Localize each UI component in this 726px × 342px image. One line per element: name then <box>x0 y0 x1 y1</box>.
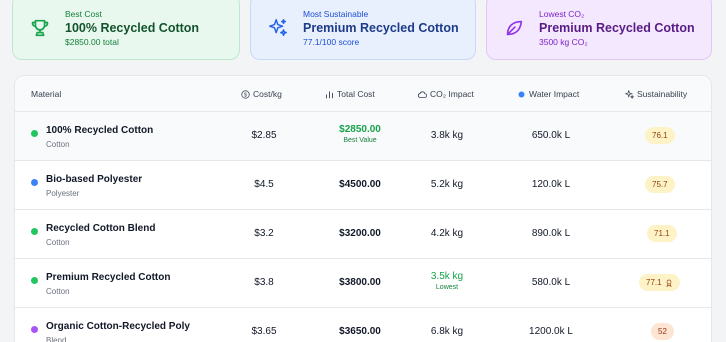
water-impact: 120.0k L <box>531 179 571 190</box>
best-value-note: Best Value <box>343 137 377 144</box>
header-label: CO₂ Impact <box>430 89 474 99</box>
sparkle-icon <box>625 89 634 99</box>
card-title: Premium Recycled Cotton <box>539 21 695 35</box>
water-impact: 650.0k L <box>531 130 571 141</box>
co2-impact-value: 3.5k kg <box>430 271 464 282</box>
material-name: Bio-based Polyester <box>46 174 143 185</box>
bar-chart-icon <box>325 90 334 99</box>
summary-cards: Best Cost 100% Recycled Cotton $2850.00 … <box>0 0 726 62</box>
sustainability-badge: 75.7 <box>645 176 675 193</box>
material-dot <box>31 228 38 235</box>
sustainability-badge: 71.1 <box>647 225 677 242</box>
lowest-co2-card[interactable]: Lowest CO₂ Premium Recycled Cotton 3500 … <box>486 0 712 60</box>
material-name: Premium Recycled Cotton <box>46 272 171 283</box>
co2-impact: 3.8k kg <box>430 130 464 141</box>
material-name: Recycled Cotton Blend <box>46 223 156 234</box>
leaf-icon <box>499 13 529 43</box>
most-sustainable-card[interactable]: Most Sustainable Premium Recycled Cotton… <box>250 0 476 60</box>
co2-impact: 6.8k kg <box>430 326 464 337</box>
table-row[interactable]: 100% Recycled Cotton Cotton $2.85 $2850.… <box>15 112 711 161</box>
best-cost-card[interactable]: Best Cost 100% Recycled Cotton $2850.00 … <box>12 0 240 60</box>
cost-per-kg: $3.65 <box>251 326 277 337</box>
header-co2[interactable]: CO₂ Impact <box>417 89 474 99</box>
co2-impact: 3.5k kg Lowest <box>415 271 479 291</box>
materials-table: Material $ Cost/kg Total Cost CO₂ Impact… <box>14 75 712 342</box>
table-row[interactable]: Recycled Cotton Blend Cotton $3.2 $3200.… <box>15 210 711 259</box>
dollar-icon: $ <box>241 89 250 99</box>
card-title: Premium Recycled Cotton <box>303 21 459 35</box>
table-header: Material $ Cost/kg Total Cost CO₂ Impact… <box>15 76 711 112</box>
table-row[interactable]: Premium Recycled Cotton Cotton $3.8 $380… <box>15 259 711 308</box>
card-label: Best Cost <box>65 9 102 19</box>
sustainability-badge: 76.1 <box>645 127 675 144</box>
header-material[interactable]: Material <box>31 89 61 99</box>
sparkles-icon <box>263 13 293 43</box>
cloud-icon <box>417 90 427 99</box>
material-type: Cotton <box>46 287 70 296</box>
header-label: Water Impact <box>529 89 580 99</box>
cost-per-kg: $3.8 <box>254 277 274 288</box>
header-label: Material <box>31 89 62 99</box>
water-impact: 890.0k L <box>531 228 571 239</box>
header-label: Cost/kg <box>253 89 282 99</box>
sustainability-badge: 52 <box>651 323 674 340</box>
header-water[interactable]: Water Impact <box>517 89 579 99</box>
total-cost: $3650.00 <box>339 326 381 337</box>
header-total[interactable]: Total Cost <box>325 89 375 99</box>
total-cost: $3800.00 <box>339 277 381 288</box>
material-dot <box>31 326 38 333</box>
trophy-icon <box>25 13 55 43</box>
material-type: Cotton <box>46 238 70 247</box>
water-drop-icon <box>517 90 526 99</box>
material-dot <box>31 179 38 186</box>
total-cost: $2850.00 Best Value <box>315 124 405 144</box>
lowest-note: Lowest <box>435 284 459 291</box>
table-row[interactable]: Bio-based Polyester Polyester $4.5 $4500… <box>15 161 711 210</box>
material-name: Organic Cotton-Recycled Poly <box>46 321 190 332</box>
header-label: Total Cost <box>337 89 375 99</box>
award-icon <box>665 279 673 287</box>
cost-per-kg: $4.5 <box>254 179 274 190</box>
total-cost-value: $2850.00 <box>339 124 381 135</box>
material-dot <box>31 277 38 284</box>
material-type: Blend <box>46 336 67 342</box>
card-label: Lowest CO₂ <box>539 9 585 19</box>
sustainability-badge: 77.1 <box>639 274 680 291</box>
card-subtitle: $2850.00 total <box>65 37 119 47</box>
total-cost: $4500.00 <box>339 179 381 190</box>
material-type: Polyester <box>46 189 80 198</box>
svg-text:$: $ <box>244 92 247 98</box>
card-subtitle: 3500 kg CO₂ <box>539 37 588 47</box>
header-sustainability[interactable]: Sustainability <box>625 89 687 99</box>
card-subtitle: 77.1/100 score <box>303 37 360 47</box>
header-label: Sustainability <box>637 89 688 99</box>
co2-impact: 4.2k kg <box>430 228 464 239</box>
water-impact: 1200.0k L <box>529 326 573 337</box>
co2-impact: 5.2k kg <box>430 179 464 190</box>
table-row[interactable]: Organic Cotton-Recycled Poly Blend $3.65… <box>15 308 711 342</box>
card-label: Most Sustainable <box>303 9 369 19</box>
water-impact: 580.0k L <box>531 277 571 288</box>
total-cost: $3200.00 <box>339 228 381 239</box>
header-cost[interactable]: $ Cost/kg <box>241 89 282 99</box>
material-type: Cotton <box>46 140 70 149</box>
card-title: 100% Recycled Cotton <box>65 21 200 35</box>
sustainability-score: 77.1 <box>646 278 662 287</box>
material-name: 100% Recycled Cotton <box>46 125 154 136</box>
cost-per-kg: $3.2 <box>254 228 274 239</box>
cost-per-kg: $2.85 <box>251 130 277 141</box>
material-dot <box>31 130 38 137</box>
